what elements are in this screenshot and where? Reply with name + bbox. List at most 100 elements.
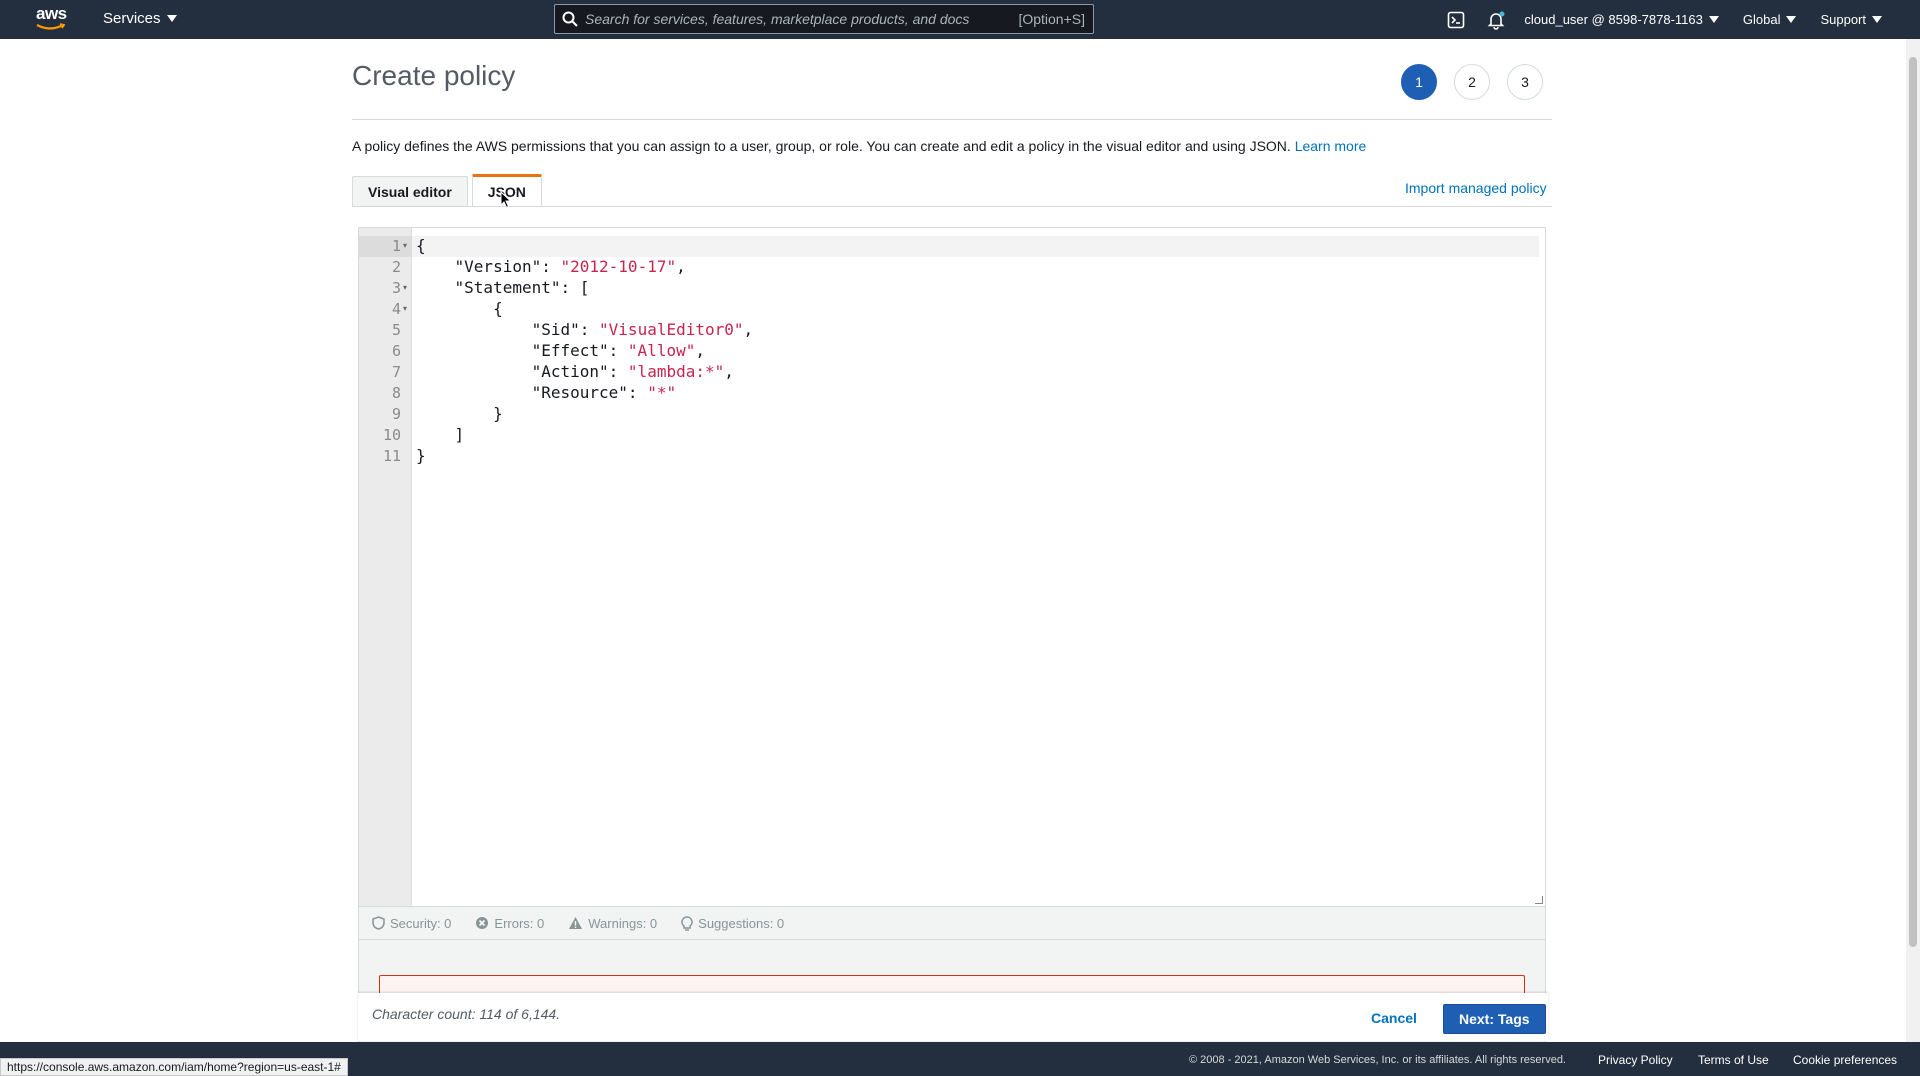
account-menu[interactable]: cloud_user @ 8598-7878-1163 xyxy=(1524,12,1719,27)
page-scrollbar[interactable] xyxy=(1906,39,1920,1042)
editor-tabs: Visual editor JSON xyxy=(352,174,542,207)
top-navigation: aws Services [Option+S] cloud_user @ 859… xyxy=(0,0,1920,39)
line-number: 9 xyxy=(391,405,401,423)
notifications-bell-icon[interactable] xyxy=(1484,8,1508,32)
code-token-indent xyxy=(416,320,532,339)
title-divider xyxy=(352,119,1552,120)
shield-icon xyxy=(372,916,385,930)
region-label: Global xyxy=(1742,12,1781,27)
support-menu[interactable]: Support xyxy=(1820,12,1882,27)
code-token-punct: } xyxy=(493,404,503,423)
code-token-key: "Resource": xyxy=(531,383,648,402)
line-number: 11 xyxy=(382,447,401,465)
fold-toggle-icon[interactable]: ▾ xyxy=(403,241,407,250)
code-token-tail: , xyxy=(695,341,705,360)
errors-label: Errors: 0 xyxy=(494,915,545,931)
code-token-indent xyxy=(416,278,455,297)
aws-logo[interactable]: aws xyxy=(36,5,72,33)
page-title: Create policy xyxy=(352,60,516,91)
wizard-steps: 1 2 3 xyxy=(1401,64,1543,100)
cloudshell-icon[interactable] xyxy=(1444,8,1468,32)
code-line: } xyxy=(416,404,503,423)
caret-down-icon xyxy=(1786,16,1797,23)
code-line: } xyxy=(416,446,426,465)
errors-count[interactable]: Errors: 0 xyxy=(475,916,544,931)
code-line: "Action": "lambda:*", xyxy=(416,362,734,381)
caret-down-icon xyxy=(1708,16,1719,23)
action-bar: Character count: 114 of 6,144. Cancel Ne… xyxy=(358,993,1548,1041)
search-icon xyxy=(555,5,585,33)
status-url-tooltip: https://console.aws.amazon.com/iam/home?… xyxy=(0,1058,348,1076)
global-search[interactable]: [Option+S] xyxy=(554,4,1094,34)
suggestions-count[interactable]: Suggestions: 0 xyxy=(681,916,784,931)
code-token-val: "VisualEditor0" xyxy=(599,320,744,339)
line-number: 6 xyxy=(391,342,401,360)
aws-logo-text: aws xyxy=(36,4,67,23)
warnings-label: Warnings: 0 xyxy=(588,915,658,931)
security-label: Security: 0 xyxy=(390,915,452,931)
search-input[interactable] xyxy=(585,11,1005,27)
code-token-indent xyxy=(416,341,532,360)
code-token-tail: , xyxy=(724,362,734,381)
fold-toggle-icon[interactable]: ▾ xyxy=(403,283,407,292)
code-token-indent xyxy=(416,299,493,318)
editor-resize-handle[interactable] xyxy=(1535,896,1543,904)
line-number: 7 xyxy=(391,363,401,381)
caret-down-icon xyxy=(166,15,177,22)
wizard-step-3[interactable]: 3 xyxy=(1507,64,1543,100)
code-token-key: "Statement": xyxy=(454,278,580,297)
scrollbar-thumb[interactable] xyxy=(1909,57,1917,947)
search-shortcut-hint: [Option+S] xyxy=(1018,11,1085,27)
next-tags-button[interactable]: Next: Tags xyxy=(1443,1004,1546,1034)
region-menu[interactable]: Global xyxy=(1743,12,1797,27)
security-count[interactable]: Security: 0 xyxy=(372,916,451,931)
support-label: Support xyxy=(1820,12,1866,27)
code-line: "Sid": "VisualEditor0", xyxy=(416,320,754,339)
terms-of-use-link[interactable]: Terms of Use xyxy=(1698,1053,1769,1067)
warnings-count[interactable]: Warnings: 0 xyxy=(568,916,657,931)
editor-code-area[interactable]: { "Version": "2012-10-17", "Statement": … xyxy=(412,228,1545,906)
mouse-cursor-icon xyxy=(500,191,512,209)
code-token-val: "*" xyxy=(647,383,677,402)
fold-toggle-icon[interactable]: ▾ xyxy=(403,304,407,313)
code-token-indent xyxy=(416,362,532,381)
code-token-key: "Version": xyxy=(454,257,561,276)
code-token-key: "Action": xyxy=(531,362,628,381)
privacy-policy-link[interactable]: Privacy Policy xyxy=(1598,1053,1673,1067)
line-number: 10 xyxy=(382,426,401,444)
line-number: 4 xyxy=(391,300,401,318)
account-label: cloud_user @ 8598-7878-1163 xyxy=(1524,12,1703,27)
editor-gutter: 1 ▾ 2 3 ▾ 4 ▾ 5 6 7 8 9 10 11 xyxy=(359,228,412,906)
code-line: "Version": "2012-10-17", xyxy=(416,257,686,276)
character-count: Character count: 114 of 6,144. xyxy=(372,1006,561,1022)
line-number: 2 xyxy=(391,258,401,276)
json-editor[interactable]: 1 ▾ 2 3 ▾ 4 ▾ 5 6 7 8 9 10 11 { "Version": "2012-10-1… xyxy=(358,227,1546,907)
line-number: 5 xyxy=(391,321,401,339)
code-line: "Effect": "Allow", xyxy=(416,341,705,360)
policy-validation-bar: Security: 0 Errors: 0 Warnings: 0 Sugges… xyxy=(358,907,1546,939)
code-token-punct: } xyxy=(416,446,426,465)
learn-more-link[interactable]: Learn more xyxy=(1295,138,1367,154)
line-number: 1 xyxy=(391,237,401,255)
line-number: 8 xyxy=(391,384,401,402)
copyright-text: © 2008 - 2021, Amazon Web Services, Inc.… xyxy=(1189,1054,1566,1066)
code-line: { xyxy=(416,299,503,318)
wizard-step-1[interactable]: 1 xyxy=(1401,64,1437,100)
import-managed-policy-link[interactable]: Import managed policy xyxy=(1405,180,1547,196)
error-icon xyxy=(476,917,489,929)
code-line: "Statement": [ xyxy=(416,278,590,297)
cookie-preferences-link[interactable]: Cookie preferences xyxy=(1793,1053,1897,1067)
code-token-indent xyxy=(416,425,455,444)
code-line: "Resource": "*" xyxy=(416,383,677,402)
tab-visual-editor[interactable]: Visual editor xyxy=(352,176,468,207)
nav-right-group: cloud_user @ 8598-7878-1163 Global Suppo… xyxy=(1444,0,1920,39)
services-menu-button[interactable]: Services xyxy=(103,10,177,27)
policy-description: A policy defines the AWS permissions tha… xyxy=(352,138,1366,154)
code-token-val: "lambda:*" xyxy=(627,362,725,381)
warning-icon xyxy=(569,917,583,929)
aws-smile-icon xyxy=(36,23,66,30)
code-token-indent xyxy=(416,383,532,402)
cancel-button[interactable]: Cancel xyxy=(1359,1003,1429,1033)
lightbulb-icon xyxy=(681,915,693,931)
wizard-step-2[interactable]: 2 xyxy=(1454,64,1490,100)
